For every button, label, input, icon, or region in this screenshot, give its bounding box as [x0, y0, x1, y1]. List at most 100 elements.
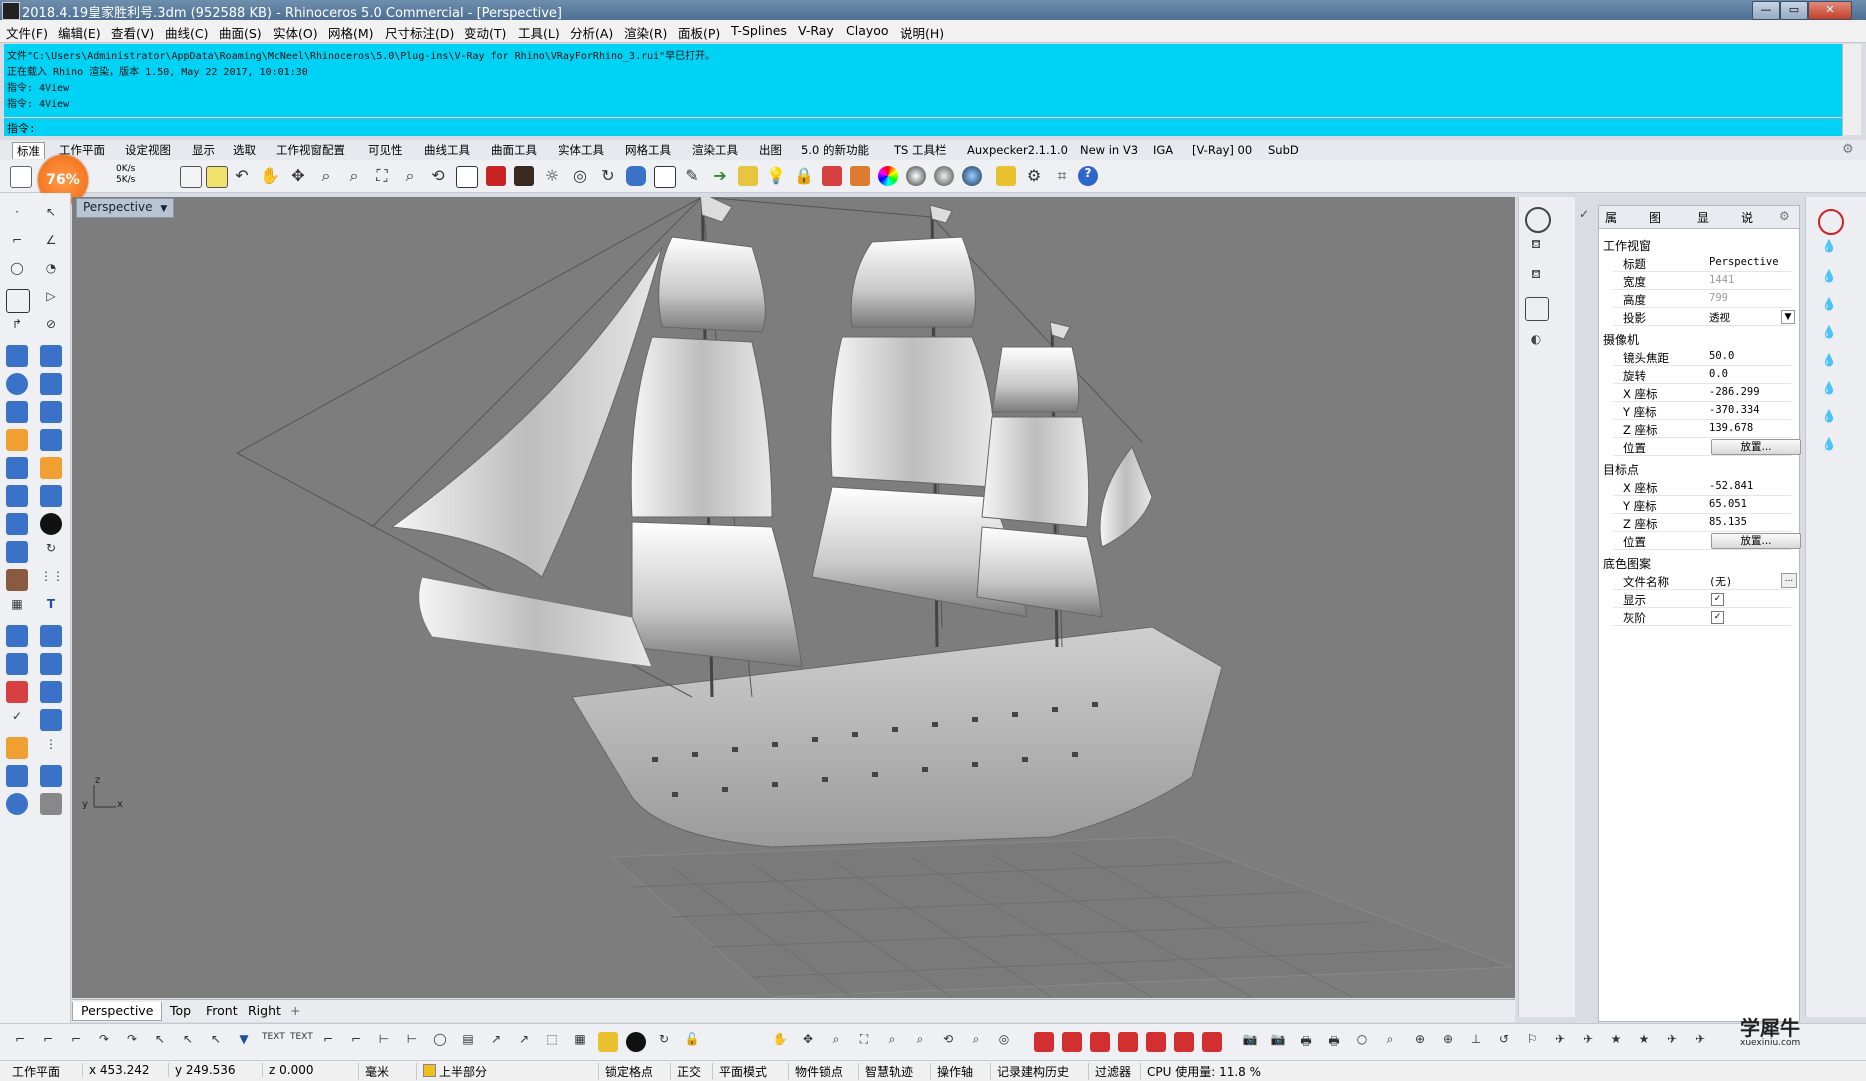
- vertical-dots-icon[interactable]: ⋮: [40, 737, 62, 759]
- gear-tool-icon[interactable]: [6, 457, 28, 479]
- menu-vray[interactable]: V-Ray: [798, 23, 834, 38]
- menu-curve[interactable]: 曲线(C): [165, 23, 208, 42]
- search-icon[interactable]: ⌕: [1380, 1032, 1400, 1052]
- toggle-record-history[interactable]: 记录建构历史: [990, 1063, 1069, 1080]
- osnap-icon[interactable]: ★: [1606, 1032, 1626, 1052]
- command-prompt[interactable]: 指令:: [4, 118, 1842, 136]
- prop-value[interactable]: -52.841: [1709, 480, 1753, 492]
- menu-panels[interactable]: 面板(P): [678, 23, 720, 42]
- mesh-tool-icon[interactable]: [6, 401, 28, 423]
- environment-sphere-icon[interactable]: [962, 166, 982, 186]
- camera-icon[interactable]: 📷: [1268, 1032, 1288, 1052]
- restore-button[interactable]: ▭: [1780, 1, 1808, 20]
- tab-new-in-v3[interactable]: New in V3: [1076, 142, 1142, 158]
- prop-value[interactable]: 139.678: [1709, 422, 1753, 434]
- vray-logo-icon[interactable]: [1525, 207, 1551, 233]
- tab-display[interactable]: 显示: [188, 142, 219, 158]
- table-icon[interactable]: ▦: [570, 1032, 590, 1052]
- group-icon[interactable]: [40, 625, 62, 647]
- dimension-tool-icon[interactable]: ⌐: [346, 1032, 366, 1052]
- circle-icon[interactable]: ◎: [570, 166, 590, 186]
- new-file-icon[interactable]: [10, 166, 32, 188]
- drop-icon[interactable]: 💧: [1818, 269, 1840, 291]
- hatch-icon[interactable]: ▤: [458, 1032, 478, 1052]
- snap-tool-icon[interactable]: ⌐: [66, 1032, 86, 1052]
- menu-analyze[interactable]: 分析(A): [570, 23, 613, 42]
- menu-render[interactable]: 渲染(R): [624, 23, 667, 42]
- prop-value[interactable]: -286.299: [1709, 386, 1760, 398]
- tab-viewport-layout[interactable]: 工作视窗配置: [272, 142, 349, 158]
- osnap-icon[interactable]: ⚐: [1522, 1032, 1542, 1052]
- projection-dropdown-icon[interactable]: ▼: [1781, 310, 1795, 324]
- tab-properties[interactable]: 属: [1605, 209, 1617, 226]
- rotate-tool-icon[interactable]: ↻: [654, 1032, 674, 1052]
- polygon-tool-icon[interactable]: ▷: [40, 289, 62, 311]
- extrude-icon[interactable]: [40, 429, 62, 451]
- rotate-view-icon[interactable]: ⟲: [938, 1032, 958, 1052]
- pan-hand-icon[interactable]: ✋: [260, 166, 280, 186]
- camera-icon[interactable]: 📷: [1240, 1032, 1260, 1052]
- lock-icon[interactable]: 🔒: [794, 166, 814, 186]
- camera-place-button[interactable]: 放置...: [1711, 439, 1801, 455]
- car-icon[interactable]: [1146, 1032, 1166, 1052]
- paste-icon[interactable]: [206, 166, 228, 188]
- pencil-icon[interactable]: [6, 737, 28, 759]
- frame-buffer-icon[interactable]: [1525, 297, 1549, 321]
- osnap-icon[interactable]: ✈: [1662, 1032, 1682, 1052]
- shade-icon[interactable]: [40, 793, 62, 815]
- snap-tool-icon[interactable]: ↖: [150, 1032, 170, 1052]
- fillet-curve-icon[interactable]: ↱: [6, 317, 28, 339]
- car-icon[interactable]: [486, 166, 506, 186]
- offset-icon[interactable]: ⊘: [40, 317, 62, 339]
- osnap-icon[interactable]: ★: [1634, 1032, 1654, 1052]
- tab-layers[interactable]: 图: [1649, 209, 1661, 226]
- snap-tool-icon[interactable]: ↖: [178, 1032, 198, 1052]
- browse-file-button[interactable]: ...: [1781, 573, 1797, 588]
- teapot-icon[interactable]: ⛾: [1525, 237, 1547, 259]
- text-icon[interactable]: TEXT: [290, 1032, 313, 1052]
- menu-surface[interactable]: 曲面(S): [219, 23, 262, 42]
- dimension-tool-icon[interactable]: ◯: [430, 1032, 450, 1052]
- toggle-osnap[interactable]: 物件锁点: [788, 1063, 843, 1080]
- camera-tool-icon[interactable]: [6, 765, 28, 787]
- osnap-icon[interactable]: ⊕: [1438, 1032, 1458, 1052]
- viewport-menu-chevron-icon[interactable]: ▼: [160, 204, 167, 214]
- tab-auxpecker[interactable]: Auxpecker2.1.1.0: [963, 142, 1072, 158]
- material-sphere-icon[interactable]: [934, 166, 954, 186]
- menu-mesh[interactable]: 网格(M): [328, 23, 374, 42]
- curve-icon[interactable]: ∠: [40, 233, 62, 255]
- prop-value[interactable]: Perspective: [1709, 256, 1779, 268]
- zoom-icon[interactable]: ◎: [994, 1032, 1014, 1052]
- tab-front[interactable]: Front: [198, 1002, 246, 1020]
- zoom-extents-icon[interactable]: ⛶: [372, 166, 392, 186]
- rotate-view-icon[interactable]: ⟲: [428, 166, 448, 186]
- dots-icon[interactable]: ⋮⋮: [40, 569, 64, 591]
- zoom-icon[interactable]: ⌕: [316, 166, 336, 186]
- prop-value[interactable]: 85.135: [1709, 516, 1747, 528]
- toolbar-settings-icon[interactable]: ⚙: [1842, 142, 1854, 157]
- leader-icon[interactable]: ↗: [514, 1032, 534, 1052]
- boolean-icon[interactable]: [40, 513, 62, 535]
- osnap-icon[interactable]: ⊥: [1466, 1032, 1486, 1052]
- record-icon[interactable]: [1818, 209, 1844, 235]
- show-checkbox[interactable]: ✓: [1711, 593, 1724, 606]
- properties-icon[interactable]: [850, 166, 870, 186]
- options-gear-icon[interactable]: ⚙: [1024, 166, 1044, 186]
- perspective-viewport[interactable]: z y x: [72, 197, 1515, 998]
- sphere-tool-icon[interactable]: [6, 373, 28, 395]
- circle-tool-icon[interactable]: ◯: [6, 261, 28, 283]
- render-sphere-icon[interactable]: [906, 166, 926, 186]
- light-bulb-icon[interactable]: 💡: [766, 166, 786, 186]
- drop-icon[interactable]: 💧: [1818, 325, 1840, 347]
- car-icon[interactable]: [1090, 1032, 1110, 1052]
- panel-settings-icon[interactable]: ⚙: [1779, 209, 1790, 223]
- drop-icon[interactable]: 💧: [1818, 353, 1840, 375]
- zoom-selected-icon[interactable]: ⌕: [400, 166, 420, 186]
- toggle-filter[interactable]: 过滤器: [1088, 1063, 1131, 1080]
- circle-icon[interactable]: ○: [1352, 1032, 1372, 1052]
- check-icon[interactable]: ✓: [6, 709, 28, 731]
- copy-icon[interactable]: [180, 166, 202, 188]
- tab-ts-toolbar[interactable]: TS 工具栏: [890, 142, 950, 158]
- undo-icon[interactable]: ↶: [232, 166, 252, 186]
- tab-perspective[interactable]: Perspective: [72, 1002, 163, 1021]
